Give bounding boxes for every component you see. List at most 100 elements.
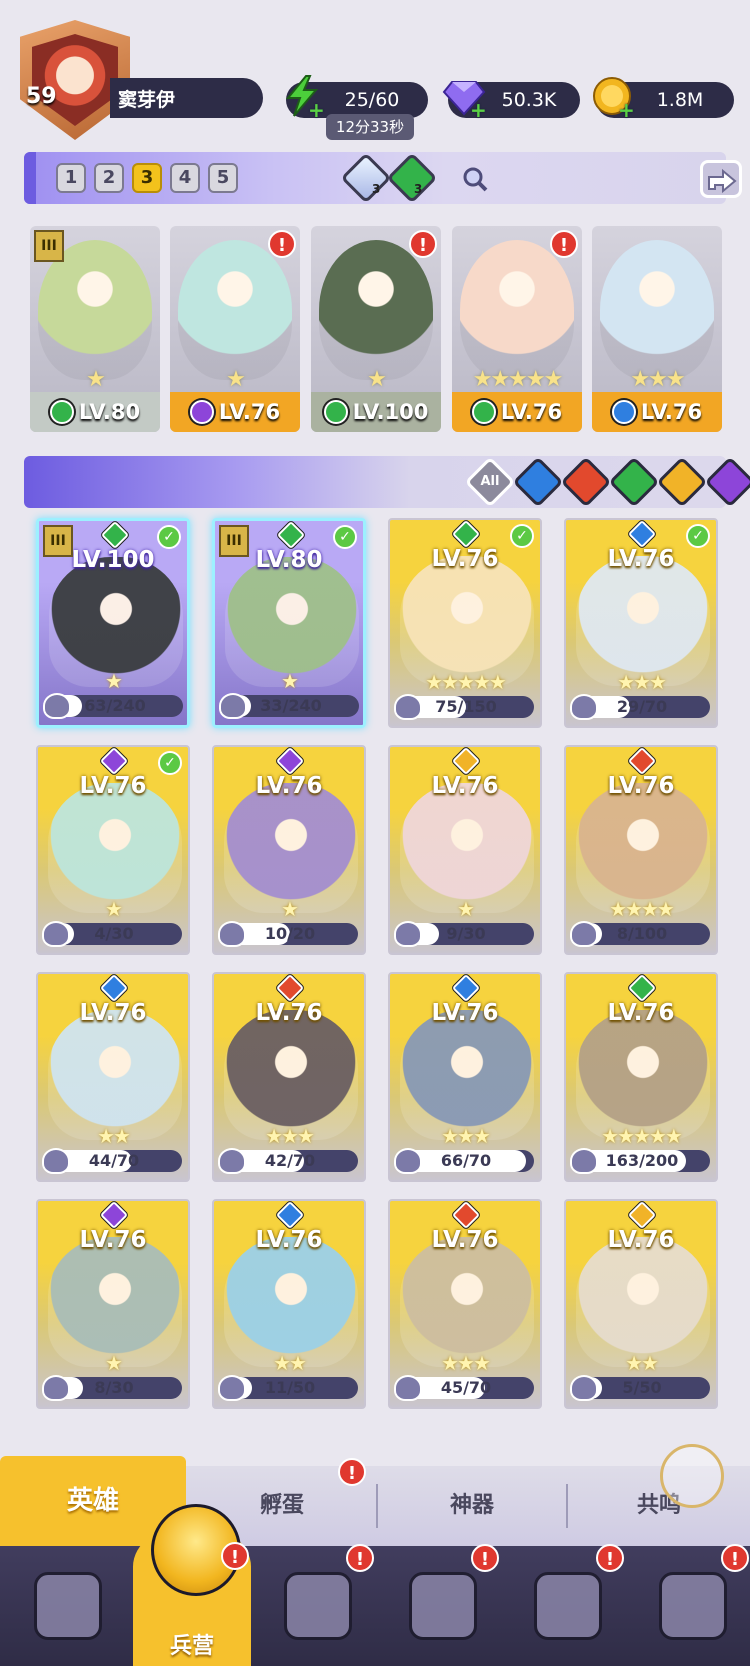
hero-level: LV.76 — [79, 1227, 147, 1253]
add-gold-icon[interactable]: + — [618, 98, 635, 122]
team-tab-5[interactable]: 5 — [208, 163, 238, 193]
hero-level: LV.76 — [500, 400, 563, 424]
rank-badge-icon: III — [219, 525, 249, 557]
rank-badge-icon: III — [43, 525, 73, 557]
gems-counter[interactable]: + 50.3K — [442, 81, 580, 122]
nav-alert-badge: ! — [346, 1544, 374, 1572]
fire-element-icon — [275, 974, 305, 1003]
team-hero-card[interactable]: ★★★★★ LV.76 ! — [452, 226, 582, 432]
filter-water-icon[interactable] — [512, 456, 564, 508]
hero-stars: ★★★★★ — [601, 1124, 683, 1148]
hero-portrait — [460, 240, 574, 380]
nav-cards[interactable] — [8, 1546, 126, 1666]
water-element-icon — [627, 520, 657, 549]
hero-stars: ★★★★★ — [472, 367, 564, 392]
upgrade-alert-badge: ! — [409, 230, 437, 258]
hero-stars: ★ — [226, 367, 246, 392]
nav-alert-badge: ! — [721, 1544, 749, 1572]
fragment-icon — [43, 693, 71, 719]
water-token-icon[interactable] — [340, 152, 392, 204]
team-tab-4[interactable]: 4 — [170, 163, 200, 193]
filter-fire-icon[interactable] — [560, 456, 612, 508]
water-element-icon — [99, 974, 129, 1003]
hero-stars: ★★★ — [265, 1124, 315, 1148]
team-hero-card[interactable]: ★ LV.80 III — [30, 226, 160, 432]
hero-portrait — [400, 1010, 534, 1140]
team-hero-card[interactable]: ★★★ LV.76 — [592, 226, 722, 432]
hero-stars: ★ — [281, 897, 299, 921]
nav-barracks[interactable]: 兵营! — [133, 1504, 251, 1666]
add-energy-icon[interactable]: + — [308, 98, 325, 122]
hero-card[interactable]: LV.76 ★ 9/30 — [388, 745, 542, 955]
dark-element-icon — [99, 747, 129, 776]
hero-level: LV.76 — [255, 773, 323, 799]
dark-element-icon — [189, 400, 214, 424]
rank-badge-icon: III — [34, 230, 64, 262]
hero-level: LV.76 — [607, 1000, 675, 1026]
team-hero-card[interactable]: ★ LV.76 ! — [170, 226, 300, 432]
hero-card[interactable]: LV.76 ★★★ 66/70 — [388, 972, 542, 1182]
bottom-nav: 兵营!!!!! — [0, 1504, 750, 1666]
fragment-icon — [394, 921, 422, 947]
team-tab-1[interactable]: 1 — [56, 163, 86, 193]
in-team-check-icon: ✓ — [158, 751, 182, 775]
team-tab-3[interactable]: 3 — [132, 163, 162, 193]
fragment-icon — [218, 1375, 246, 1401]
hero-card[interactable]: LV.76 ★★★★ 8/100 — [564, 745, 718, 955]
light-element-icon — [627, 1201, 657, 1230]
nav-castle[interactable]: ! — [383, 1544, 501, 1666]
leaf-token-icon[interactable] — [386, 152, 438, 204]
hero-portrait — [178, 240, 292, 380]
hero-card[interactable]: LV.76 ★★ 44/70 — [36, 972, 190, 1182]
hero-card[interactable]: LV.76 ★ 10/20 — [212, 745, 366, 955]
fragment-icon — [219, 693, 247, 719]
floating-assistant-button[interactable] — [660, 1444, 724, 1508]
filter-all-button[interactable]: All — [464, 456, 516, 508]
hero-card[interactable]: LV.100 ★ 63/240 ✓ III — [36, 518, 190, 728]
search-icon[interactable] — [462, 166, 488, 192]
team-hero-card[interactable]: ★ LV.100 ! — [311, 226, 441, 432]
filter-nature-icon[interactable] — [608, 456, 660, 508]
nav-mushroom-guild[interactable]: ! — [508, 1544, 626, 1666]
tab-hatch-label: 孵蛋 — [259, 1493, 304, 1518]
nav-map[interactable]: ! — [258, 1544, 376, 1666]
hero-card[interactable]: LV.76 ★ 8/30 — [36, 1199, 190, 1409]
hero-stars: ★ — [457, 897, 475, 921]
upgrade-alert-badge: ! — [268, 230, 296, 258]
hero-level: LV.76 — [431, 1227, 499, 1253]
fragment-icon — [394, 1375, 422, 1401]
hero-card[interactable]: LV.80 ★ 33/240 ✓ III — [212, 518, 366, 728]
share-icon[interactable] — [700, 160, 742, 198]
hero-level-strip: LV.76 — [170, 392, 300, 432]
hero-card[interactable]: LV.76 ★★★ 42/70 — [212, 972, 366, 1182]
gold-value: 1.8M — [656, 89, 704, 111]
nature-element-icon — [49, 400, 74, 424]
tab-heroes-label: 英雄 — [66, 1486, 119, 1516]
tab-artifacts[interactable]: 神器 — [378, 1466, 566, 1546]
add-gems-icon[interactable]: + — [470, 98, 487, 122]
filter-light-icon[interactable] — [656, 456, 708, 508]
gold-counter[interactable]: + 1.8M — [593, 77, 734, 122]
team-tab-2[interactable]: 2 — [94, 163, 124, 193]
energy-counter[interactable]: + 25/60 — [285, 75, 428, 122]
hero-card[interactable]: LV.76 ★★★ 45/70 — [388, 1199, 542, 1409]
hero-stars: ★★ — [97, 1124, 131, 1148]
hero-card[interactable]: LV.76 ★★★★★ 75/150 ✓ — [388, 518, 542, 728]
hero-portrait — [576, 1010, 710, 1140]
nature-element-icon — [627, 974, 657, 1003]
hero-level-strip: LV.80 — [30, 392, 160, 432]
fragment-icon — [218, 1148, 246, 1174]
hero-portrait — [400, 556, 534, 686]
hero-card[interactable]: LV.76 ★ 4/30 ✓ — [36, 745, 190, 955]
nav-banner[interactable]: ! — [633, 1544, 750, 1666]
hero-card[interactable]: LV.76 ★★ 5/50 — [564, 1199, 718, 1409]
player-name[interactable]: 窦芽伊 — [110, 78, 263, 118]
hero-card[interactable]: LV.76 ★★★ 29/70 ✓ — [564, 518, 718, 728]
hero-stars: ★★ — [625, 1351, 659, 1375]
hero-level: LV.76 — [640, 400, 703, 424]
filter-dark-icon[interactable] — [704, 456, 750, 508]
hero-card[interactable]: LV.76 ★★★★★ 163/200 — [564, 972, 718, 1182]
hero-card[interactable]: LV.76 ★★ 11/50 — [212, 1199, 366, 1409]
water-element-icon — [611, 400, 636, 424]
fragment-icon — [42, 921, 70, 947]
